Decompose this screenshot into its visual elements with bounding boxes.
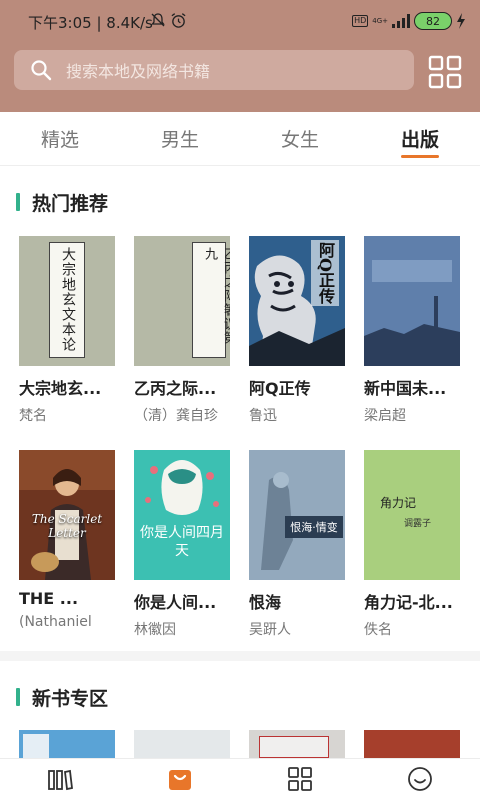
charging-icon: [457, 13, 465, 29]
book-author: 吴趼人: [249, 622, 291, 638]
section-divider: [0, 651, 480, 661]
book-card[interactable]: 新中国未... 梁启超: [364, 236, 462, 425]
book-title: 恨海: [249, 593, 282, 612]
cover-title: 阿Q正传: [311, 240, 339, 306]
book-card[interactable]: The Scarlet Letter THE ... (Nathaniel: [19, 450, 117, 630]
profile-smile-icon[interactable]: [406, 765, 434, 793]
status-time: 下午3:05 | 8.4K/s: [28, 14, 153, 32]
network-type: 4G+: [372, 17, 388, 25]
battery-icon: 82: [414, 12, 452, 30]
book-author: 佚名: [364, 622, 392, 638]
book-cover[interactable]: [19, 730, 115, 758]
book-card[interactable]: 角力记 调露子 角力记-北... 佚名: [364, 450, 462, 639]
book-author: 梵名: [19, 408, 47, 424]
header: 下午3:05 | 8.4K/s HD 4G+ 82 搜索本地及网络书籍: [0, 0, 480, 112]
book-cover[interactable]: 角力记 调露子: [364, 450, 460, 580]
book-cover[interactable]: 恨海·情变: [249, 450, 345, 580]
category-tabs: 精选 男生 女生 出版: [0, 112, 480, 166]
tab-featured[interactable]: 精选: [20, 125, 100, 152]
search-placeholder: 搜索本地及网络书籍: [66, 62, 211, 81]
book-cover[interactable]: [364, 730, 460, 758]
book-title: 乙丙之际...: [134, 379, 217, 398]
tab-published[interactable]: 出版: [380, 125, 460, 152]
book-author: （清）龚自珍: [134, 408, 218, 424]
book-card[interactable]: 乙丙之际箸议第九 乙丙之际... （清）龚自珍: [134, 236, 232, 425]
status-right: HD 4G+ 82: [352, 10, 466, 32]
book-author: 梁启超: [364, 408, 406, 424]
cover-title: 你是人间四月天: [140, 525, 224, 559]
cover-illustration: [364, 236, 460, 366]
book-card[interactable]: 阿Q正传 阿Q正传 鲁迅: [249, 236, 347, 425]
book-card[interactable]: 大宗地玄文本论 大宗地玄... 梵名: [19, 236, 117, 425]
book-title: 大宗地玄...: [19, 379, 102, 398]
book-cover[interactable]: 乙丙之际箸议第九: [134, 236, 230, 366]
cover-title: 大宗地玄文本论: [60, 247, 76, 352]
search-icon: [31, 60, 52, 81]
category-grid-icon[interactable]: [428, 55, 462, 89]
book-author: (Nathaniel: [19, 614, 92, 630]
book-cover[interactable]: [134, 730, 230, 758]
book-card[interactable]: 你是人间四月天 你是人间... 林徽因: [134, 450, 232, 639]
book-title: 新中国未...: [364, 379, 447, 398]
category-icon[interactable]: [286, 765, 314, 793]
cover-illustration: [134, 450, 230, 580]
book-author: 鲁迅: [249, 408, 277, 424]
alarm-icon: [171, 13, 186, 28]
cover-title: 乙丙之际箸议第九: [202, 247, 230, 345]
mute-bell-icon: [151, 13, 165, 27]
book-title: 角力记-北...: [364, 593, 453, 612]
book-title: 你是人间...: [134, 593, 217, 612]
section-bar: [16, 193, 20, 211]
bookshelf-icon[interactable]: [46, 765, 74, 793]
cover-title: 角力记: [380, 496, 417, 510]
book-cover[interactable]: 阿Q正传: [249, 236, 345, 366]
cover-subtitle: 调露子: [404, 519, 432, 529]
section-title-text: 新书专区: [32, 687, 109, 710]
bottom-nav: [0, 758, 480, 800]
signal-icon: [392, 14, 410, 28]
tab-male[interactable]: 男生: [140, 125, 220, 152]
cover-illustration: [249, 450, 345, 580]
section-title-new: 新书专区: [16, 683, 108, 711]
battery-level: 82: [426, 14, 440, 28]
status-bar: 下午3:05 | 8.4K/s HD 4G+ 82: [0, 0, 480, 40]
book-cover[interactable]: 你是人间四月天: [134, 450, 230, 580]
section-title-hot: 热门推荐: [16, 188, 108, 216]
store-bag-icon[interactable]: [166, 765, 194, 793]
book-card[interactable]: 恨海·情变 恨海 吴趼人: [249, 450, 347, 639]
book-cover[interactable]: [364, 236, 460, 366]
section-bar: [16, 688, 20, 706]
section-title-text: 热门推荐: [32, 192, 109, 215]
book-cover[interactable]: The Scarlet Letter: [19, 450, 115, 580]
hd-badge: HD: [352, 15, 369, 27]
book-cover[interactable]: 大宗地玄文本论: [19, 236, 115, 366]
tab-female[interactable]: 女生: [260, 125, 340, 152]
cover-title: The Scarlet Letter: [31, 512, 103, 540]
book-cover[interactable]: [249, 730, 345, 758]
book-author: 林徽因: [134, 622, 176, 638]
cover-title: 恨海·情变: [285, 516, 343, 538]
active-tab-indicator: [401, 155, 439, 158]
book-title: 阿Q正传: [249, 379, 311, 398]
book-title: THE ...: [19, 589, 79, 608]
search-input[interactable]: 搜索本地及网络书籍: [14, 50, 414, 90]
